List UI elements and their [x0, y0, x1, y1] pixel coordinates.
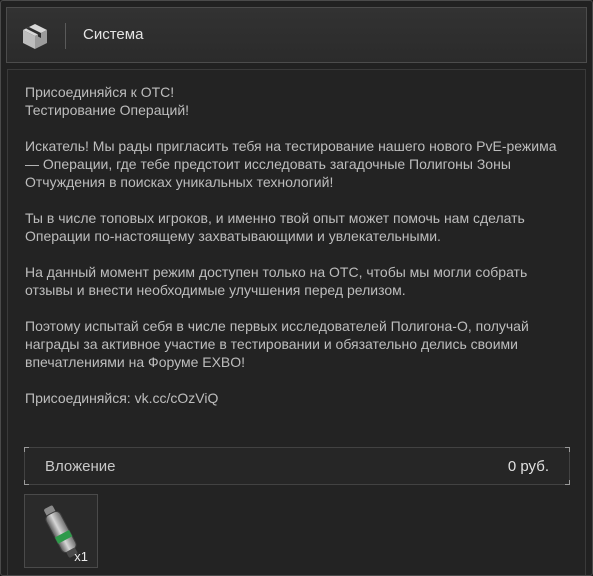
corner-decoration — [24, 447, 29, 452]
mail-window: Система Присоединяйся к ОТС! Тестировани… — [0, 0, 593, 576]
attachment-money-value: 0 руб. — [507, 458, 549, 475]
attachment-label: Вложение — [45, 458, 116, 475]
message-paragraph: Поэтому испытай себя в числе первых иссл… — [25, 318, 529, 370]
window-title: Система — [83, 26, 144, 43]
message-body: Присоединяйся к ОТС! Тестирование Операц… — [25, 83, 565, 425]
message-paragraph: Ты в числе топовых игроков, и именно тво… — [25, 210, 525, 244]
corner-decoration — [24, 480, 29, 485]
message-paragraph: Присоединяйся к ОТС! Тестирование Операц… — [25, 84, 190, 118]
item-count: x1 — [74, 549, 88, 564]
message-link-line[interactable]: Присоединяйся: vk.cc/cOzViQ — [25, 389, 565, 407]
box-icon — [23, 24, 47, 49]
message-paragraph: Искатель! Мы рады пригласить тебя на тес… — [25, 138, 557, 190]
header-divider — [65, 23, 66, 49]
attachment-item-slot[interactable]: x1 — [24, 494, 98, 568]
corner-decoration — [565, 480, 570, 485]
window-header: Система — [6, 7, 587, 63]
corner-decoration — [565, 447, 570, 452]
attachment-bar: Вложение 0 руб. — [24, 447, 570, 485]
message-paragraph: На данный момент режим доступен только н… — [25, 264, 528, 298]
